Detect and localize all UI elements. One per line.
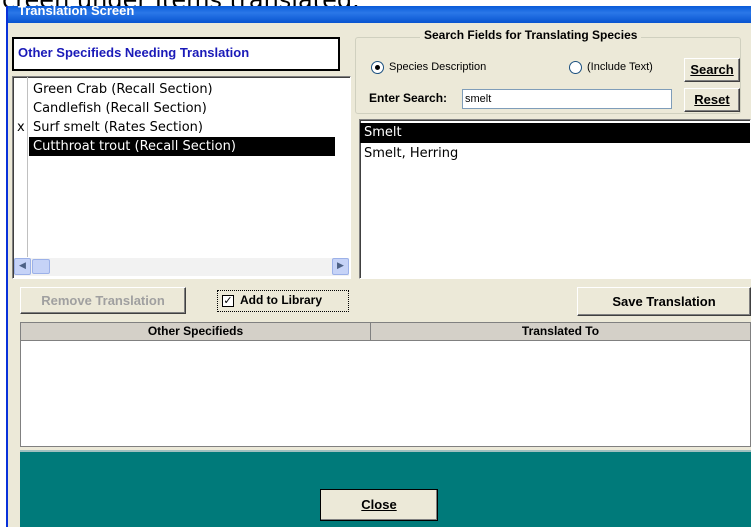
scroll-right-icon[interactable]: ▶ [332, 258, 349, 275]
include-text-radio[interactable] [569, 61, 582, 74]
column-header-other-specifieds[interactable]: Other Specifieds [21, 323, 370, 341]
reset-button[interactable]: Reset [684, 88, 740, 112]
close-button[interactable]: Close [320, 489, 438, 521]
remove-translation-button[interactable]: Remove Translation [20, 287, 186, 314]
other-specifieds-list[interactable]: Green Crab (Recall Section) Candlefish (… [12, 76, 351, 279]
column-header-translated-to[interactable]: Translated To [371, 323, 750, 341]
title-bar: Translation Screen [8, 6, 751, 23]
add-to-library-checkbox[interactable]: ✓ Add to Library [217, 290, 349, 312]
list-item[interactable]: x Surf smelt (Rates Section) [13, 118, 335, 137]
search-group-legend: Search Fields for Translating Species [420, 28, 642, 42]
other-specifieds-header: Other Specifieds Needing Translation [12, 37, 340, 71]
include-text-label: (Include Text) [587, 61, 653, 73]
result-item-selected[interactable]: Smelt [360, 123, 750, 143]
save-translation-button[interactable]: Save Translation [577, 287, 751, 316]
species-description-radio[interactable] [371, 61, 384, 74]
window-title: Translation Screen [18, 6, 135, 18]
list-item-label: Candlefish (Recall Section) [33, 101, 207, 116]
enter-search-label: Enter Search: [369, 91, 448, 105]
checkbox-checked-icon[interactable]: ✓ [222, 295, 234, 307]
search-button-label: Search [690, 62, 734, 77]
table-header: Other Specifieds Translated To [21, 323, 750, 341]
list-item[interactable]: Green Crab (Recall Section) [13, 80, 335, 99]
close-button-label: Close [361, 497, 397, 512]
scroll-left-icon[interactable]: ◀ [14, 258, 31, 275]
search-input[interactable] [462, 89, 672, 109]
reset-button-label: Reset [694, 92, 730, 107]
horizontal-scrollbar[interactable]: ◀ ▶ [14, 258, 349, 276]
result-item[interactable]: Smelt, Herring [360, 144, 750, 164]
add-to-library-label: Add to Library [240, 293, 323, 307]
list-item-label: Surf smelt (Rates Section) [33, 120, 203, 135]
list-item-label: Green Crab (Recall Section) [33, 82, 213, 97]
translations-table: Other Specifieds Translated To [20, 322, 751, 447]
species-description-label: Species Description [389, 61, 487, 73]
list-item-selected[interactable]: Cutthroat trout (Recall Section) [13, 137, 335, 156]
scroll-thumb[interactable] [32, 259, 50, 274]
search-results-list[interactable]: Smelt Smelt, Herring [359, 119, 751, 279]
search-button[interactable]: Search [684, 58, 740, 82]
translated-mark: x [17, 120, 25, 135]
list-item[interactable]: Candlefish (Recall Section) [13, 99, 335, 118]
list-item-label: Cutthroat trout (Recall Section) [29, 137, 335, 156]
